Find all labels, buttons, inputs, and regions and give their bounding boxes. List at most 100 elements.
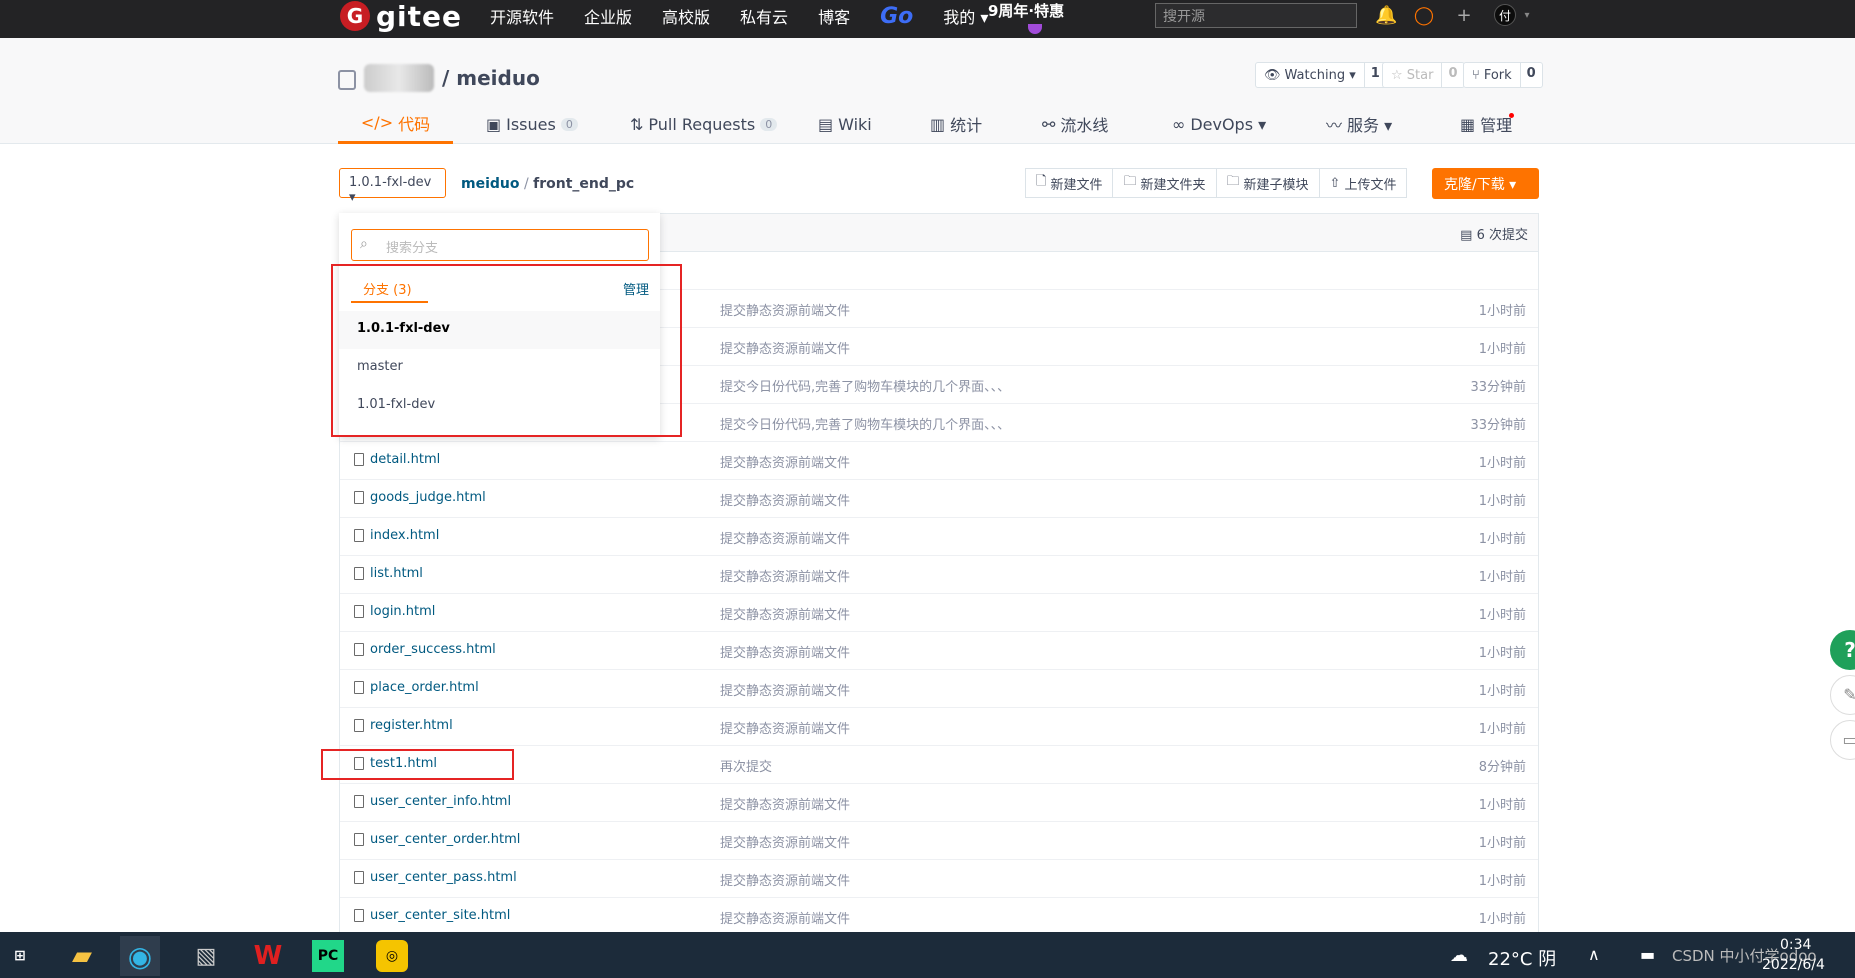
file-link[interactable]: index.html (354, 528, 439, 543)
commit-message[interactable]: 提交静态资源前端文件 (720, 452, 850, 471)
file-name[interactable]: order_success.html (370, 642, 496, 657)
nav-opensource[interactable]: 开源软件 (490, 4, 554, 28)
global-search-input[interactable]: 搜开源 (1155, 3, 1357, 28)
tab-pull-requests[interactable]: ⇅ Pull Requests 0 (630, 104, 778, 144)
pycharm-icon[interactable]: PC (312, 940, 344, 972)
file-name[interactable]: user_center_site.html (370, 908, 510, 923)
file-name[interactable]: user_center_order.html (370, 832, 520, 847)
commit-message[interactable]: 提交静态资源前端文件 (720, 680, 850, 699)
table-row[interactable]: index.html 提交静态资源前端文件 1小时前 (340, 518, 1538, 556)
file-link[interactable]: order_success.html (354, 642, 496, 657)
clone-download-button[interactable]: 克隆/下载 ▾ (1432, 168, 1539, 199)
file-link[interactable]: login.html (354, 604, 435, 619)
new-file-button[interactable]: 🗋 新建文件 (1025, 168, 1114, 198)
snipping-tool-icon[interactable]: ▧ (186, 936, 226, 976)
table-row[interactable]: goods_judge.html 提交静态资源前端文件 1小时前 (340, 480, 1538, 518)
upload-button[interactable]: ⇧ 上传文件 (1318, 168, 1408, 198)
chevron-down-icon[interactable]: ▾ (1516, 5, 1538, 27)
commit-message[interactable]: 提交静态资源前端文件 (720, 338, 850, 357)
watching-button[interactable]: 👁 Watching ▾ 1 (1255, 62, 1387, 88)
branch-select[interactable]: 1.0.1-fxl-dev ▾ (339, 168, 446, 205)
nav-mine[interactable]: 我的 ▾ (943, 4, 988, 28)
file-name[interactable]: register.html (370, 718, 453, 733)
commit-message[interactable]: 提交静态资源前端文件 (720, 300, 850, 319)
commit-message[interactable]: 提交静态资源前端文件 (720, 794, 850, 813)
bell-icon[interactable]: 🔔 (1375, 5, 1397, 27)
nav-enterprise[interactable]: 企业版 (584, 4, 632, 28)
commit-message[interactable]: 再次提交 (720, 756, 772, 775)
commit-message[interactable]: 提交静态资源前端文件 (720, 870, 850, 889)
file-link[interactable]: detail.html (354, 452, 440, 467)
weather-text[interactable]: 22°C 阴 (1488, 945, 1556, 971)
file-name[interactable]: user_center_info.html (370, 794, 511, 809)
tab-devops[interactable]: ∞ DevOps ▾ (1172, 104, 1266, 144)
file-link[interactable]: user_center_order.html (354, 832, 520, 847)
file-name[interactable]: place_order.html (370, 680, 479, 695)
commit-message[interactable]: 提交静态资源前端文件 (720, 490, 850, 509)
commit-message[interactable]: 提交今日份代码,完善了购物车模块的几个界面、、、 (720, 414, 1010, 433)
file-name[interactable]: list.html (370, 566, 423, 581)
comment-icon[interactable]: ▭ (1830, 720, 1855, 760)
nav-edu[interactable]: 高校版 (662, 4, 710, 28)
new-folder-button[interactable]: 🗀 新建文件夹 (1112, 168, 1217, 198)
tab-wiki[interactable]: ▤ Wiki (818, 104, 872, 144)
bulb-icon[interactable]: ◯ (1413, 5, 1435, 27)
repo-name[interactable]: / meiduo (442, 66, 540, 90)
file-link[interactable]: list.html (354, 566, 423, 581)
commit-message[interactable]: 提交静态资源前端文件 (720, 528, 850, 547)
file-link[interactable]: place_order.html (354, 680, 479, 695)
commit-message[interactable]: 提交静态资源前端文件 (720, 604, 850, 623)
nav-go[interactable]: Go (880, 4, 913, 29)
edit-icon[interactable]: ✎ (1830, 675, 1855, 715)
breadcrumb-repo[interactable]: meiduo (461, 176, 520, 192)
table-row[interactable]: user_center_pass.html 提交静态资源前端文件 1小时前 (340, 860, 1538, 898)
file-explorer-icon[interactable]: ▰ (62, 936, 102, 976)
nav-private-cloud[interactable]: 私有云 (740, 4, 788, 28)
table-row[interactable]: detail.html 提交静态资源前端文件 1小时前 (340, 442, 1538, 480)
tab-service[interactable]: 〰服务 ▾ (1326, 104, 1392, 144)
user-avatar[interactable]: 付 (1494, 4, 1516, 26)
table-row[interactable]: order_success.html 提交静态资源前端文件 1小时前 (340, 632, 1538, 670)
chevron-up-icon[interactable]: ∧ (1588, 945, 1600, 964)
star-button[interactable]: ☆ Star 0 (1382, 62, 1465, 88)
commit-message[interactable]: 提交静态资源前端文件 (720, 566, 850, 585)
commit-message[interactable]: 提交静态资源前端文件 (720, 642, 850, 661)
file-link[interactable]: goods_judge.html (354, 490, 486, 505)
file-name[interactable]: index.html (370, 528, 439, 543)
branch-search-input[interactable]: ⌕ 搜索分支 (351, 229, 649, 261)
table-row[interactable]: login.html 提交静态资源前端文件 1小时前 (340, 594, 1538, 632)
windows-start-icon[interactable]: ⊞ (0, 936, 40, 976)
wps-icon[interactable]: W (248, 936, 288, 976)
new-submodule-button[interactable]: 🗀 新建子模块 (1215, 168, 1320, 198)
commit-message[interactable]: 提交静态资源前端文件 (720, 908, 850, 927)
file-link[interactable]: user_center_info.html (354, 794, 511, 809)
table-row[interactable]: user_center_site.html 提交静态资源前端文件 1小时前 (340, 898, 1538, 936)
tab-stats[interactable]: ▥ 统计 (930, 104, 982, 144)
table-row[interactable]: place_order.html 提交静态资源前端文件 1小时前 (340, 670, 1538, 708)
table-row[interactable]: list.html 提交静态资源前端文件 1小时前 (340, 556, 1538, 594)
table-row[interactable]: test1.html 再次提交 8分钟前 (340, 746, 1538, 784)
file-link[interactable]: user_center_pass.html (354, 870, 517, 885)
tab-manage[interactable]: ▦ 管理 (1460, 104, 1512, 144)
edge-browser-icon[interactable]: ◉ (120, 936, 160, 976)
commit-message[interactable]: 提交静态资源前端文件 (720, 718, 850, 737)
file-name[interactable]: login.html (370, 604, 435, 619)
promo-banner[interactable]: 9周年·特惠 (988, 0, 1064, 21)
tab-code[interactable]: </> 代码 (338, 104, 453, 144)
file-name[interactable]: detail.html (370, 452, 440, 467)
gitee-logo[interactable]: G gitee (340, 0, 462, 33)
tab-issues[interactable]: ▣ Issues 0 (486, 104, 578, 144)
commit-count[interactable]: ▤ 6 次提交 (1460, 224, 1528, 243)
commit-message[interactable]: 提交今日份代码,完善了购物车模块的几个界面、、、 (720, 376, 1010, 395)
commit-message[interactable]: 提交静态资源前端文件 (720, 832, 850, 851)
file-link[interactable]: register.html (354, 718, 453, 733)
app-icon[interactable]: ◎ (376, 940, 408, 972)
table-row[interactable]: register.html 提交静态资源前端文件 1小时前 (340, 708, 1538, 746)
file-link[interactable]: user_center_site.html (354, 908, 510, 923)
tab-pipeline[interactable]: ⚯ 流水线 (1042, 104, 1108, 144)
file-name[interactable]: goods_judge.html (370, 490, 486, 505)
plus-icon[interactable]: + (1453, 5, 1475, 27)
help-button[interactable]: ? (1830, 630, 1855, 670)
nav-blog[interactable]: 博客 (818, 4, 850, 28)
table-row[interactable]: user_center_info.html 提交静态资源前端文件 1小时前 (340, 784, 1538, 822)
